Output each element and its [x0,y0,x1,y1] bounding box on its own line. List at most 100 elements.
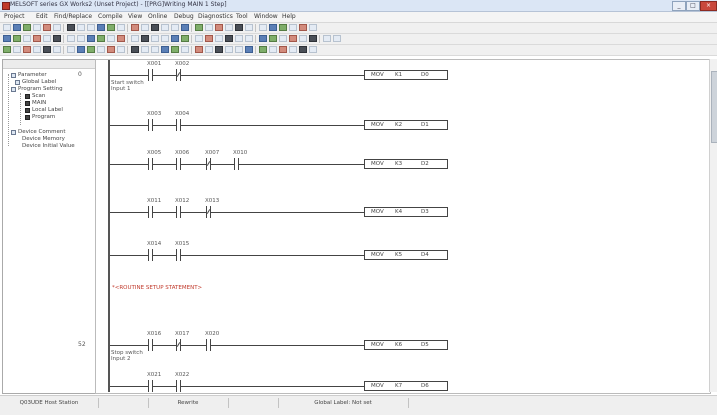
nc-contact[interactable] [176,69,181,81]
toolbar-button-icon[interactable] [171,24,179,31]
menu-help[interactable]: Help [282,13,296,20]
toolbar-button-icon[interactable] [309,35,317,42]
toolbar-button-icon[interactable] [333,35,341,42]
toolbar-button-icon[interactable] [23,35,31,42]
toolbar-button-icon[interactable] [87,35,95,42]
no-contact[interactable] [148,69,153,81]
output-instruction[interactable]: MOV K2 D1 [364,120,448,130]
toolbar-button-icon[interactable] [97,35,105,42]
toolbar-button-icon[interactable] [245,46,253,53]
toolbar-button-icon[interactable] [3,35,11,42]
toolbar-button-icon[interactable] [205,35,213,42]
tree-item-main[interactable]: MAIN [32,100,46,106]
toolbar-button-icon[interactable] [235,35,243,42]
toolbar-button-icon[interactable] [131,24,139,31]
tree-item-program[interactable]: Program [32,114,55,120]
toolbar-button-icon[interactable] [225,35,233,42]
toolbar-button-icon[interactable] [161,46,169,53]
tree-item-program-setting[interactable]: Program Setting [18,86,63,92]
no-contact[interactable] [148,380,153,392]
toolbar-button-icon[interactable] [279,46,287,53]
no-contact[interactable] [176,206,181,218]
toolbar-button-icon[interactable] [299,24,307,31]
toolbar-button-icon[interactable] [279,35,287,42]
toolbar-button-icon[interactable] [205,46,213,53]
menu-view[interactable]: View [128,13,142,20]
toolbar-button-icon[interactable] [23,24,31,31]
minimize-button[interactable]: _ [672,1,686,11]
toolbar-button-icon[interactable] [181,35,189,42]
toolbar-button-icon[interactable] [215,35,223,42]
toolbar-button-icon[interactable] [53,46,61,53]
toolbar-button-icon[interactable] [171,35,179,42]
toolbar-button-icon[interactable] [235,46,243,53]
statement-line[interactable]: *<ROUTINE SETUP STATEMENT> [112,285,202,291]
toolbar-button-icon[interactable] [3,24,11,31]
toolbar-button-icon[interactable] [107,46,115,53]
toolbar-button-icon[interactable] [67,24,75,31]
output-instruction[interactable]: MOV K7 D6 [364,381,448,391]
toolbar-button-icon[interactable] [289,46,297,53]
toolbar-button-icon[interactable] [151,35,159,42]
menu-tool[interactable]: Tool [236,13,248,20]
output-instruction[interactable]: MOV K4 D3 [364,207,448,217]
toolbar-button-icon[interactable] [215,24,223,31]
toolbar-button-icon[interactable] [117,46,125,53]
toolbar-button-icon[interactable] [141,35,149,42]
nc-contact[interactable] [206,158,211,170]
toolbar-button-icon[interactable] [171,46,179,53]
toolbar-button-icon[interactable] [205,24,213,31]
toolbar-button-icon[interactable] [53,24,61,31]
toolbar-button-icon[interactable] [161,35,169,42]
toolbar-button-icon[interactable] [43,24,51,31]
menu-compile[interactable]: Compile [98,13,123,20]
tree-item-device-memory[interactable]: Device Memory [22,136,65,142]
maximize-button[interactable]: □ [686,1,700,11]
toolbar-button-icon[interactable] [299,46,307,53]
toolbar-button-icon[interactable] [141,46,149,53]
toolbar-button-icon[interactable] [259,24,267,31]
toolbar-button-icon[interactable] [195,35,203,42]
output-instruction[interactable]: MOV K6 D5 [364,340,448,350]
menu-window[interactable]: Window [254,13,278,20]
tree-item-device-initial-value[interactable]: Device Initial Value [22,143,75,149]
close-button[interactable]: × [700,1,717,11]
toolbar-button-icon[interactable] [117,24,125,31]
no-contact[interactable] [206,339,211,351]
toolbar-button-icon[interactable] [245,24,253,31]
menu-project[interactable]: Project [4,13,25,20]
toolbar-button-icon[interactable] [269,24,277,31]
toolbar-button-icon[interactable] [141,24,149,31]
toolbar-button-icon[interactable] [131,35,139,42]
tree-item-local-label[interactable]: Local Label [32,107,63,113]
toolbar-button-icon[interactable] [43,46,51,53]
toolbar-button-icon[interactable] [87,46,95,53]
toolbar-button-icon[interactable] [107,24,115,31]
no-contact[interactable] [176,158,181,170]
toolbar-button-icon[interactable] [3,46,11,53]
toolbar-button-icon[interactable] [195,46,203,53]
toolbar-button-icon[interactable] [67,46,75,53]
toolbar-button-icon[interactable] [259,46,267,53]
toolbar-button-icon[interactable] [195,24,203,31]
nc-contact[interactable] [176,339,181,351]
toolbar-button-icon[interactable] [245,35,253,42]
no-contact[interactable] [234,158,239,170]
no-contact[interactable] [148,339,153,351]
toolbar-button-icon[interactable] [33,35,41,42]
toolbar-button-icon[interactable] [269,35,277,42]
output-instruction[interactable]: MOV K5 D4 [364,250,448,260]
toolbar-button-icon[interactable] [53,35,61,42]
toolbar-button-icon[interactable] [77,24,85,31]
vertical-scrollbar[interactable] [709,59,717,392]
menu-edit[interactable]: Edit [36,13,48,20]
toolbar-button-icon[interactable] [151,24,159,31]
no-contact[interactable] [176,119,181,131]
tree-item-global-label[interactable]: Global Label [22,79,56,85]
menu-find-replace[interactable]: Find/Replace [54,13,92,20]
toolbar-button-icon[interactable] [289,35,297,42]
no-contact[interactable] [148,158,153,170]
toolbar-button-icon[interactable] [161,24,169,31]
output-instruction[interactable]: MOV K3 D2 [364,159,448,169]
toolbar-button-icon[interactable] [97,24,105,31]
